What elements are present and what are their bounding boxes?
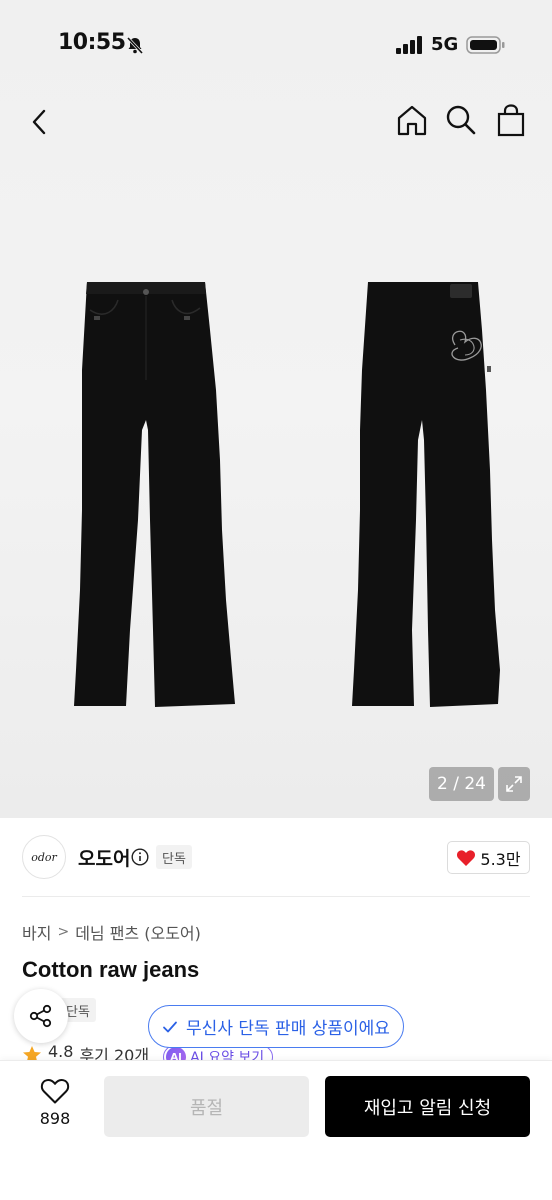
- signal-icon: [396, 36, 422, 54]
- image-counter: 2 / 24: [429, 767, 494, 801]
- ai-summary-label: AI 요약 보기: [190, 1050, 265, 1060]
- wishlist-button[interactable]: 898: [26, 1077, 84, 1137]
- breadcrumb-item-pants[interactable]: 바지: [22, 920, 51, 944]
- restock-notify-button[interactable]: 재입고 알림 신청: [325, 1076, 530, 1137]
- exclusive-notice-text: 무신사 단독 판매 상품이에요: [186, 1019, 390, 1039]
- breadcrumb-item-denim[interactable]: 데님 팬츠 (오도어): [75, 920, 201, 944]
- home-icon[interactable]: [394, 102, 430, 138]
- jeans-back-image: [352, 282, 500, 707]
- wishlist-count: 898: [39, 1109, 71, 1128]
- breadcrumb: 바지 > 데님 팬츠 (오도어): [22, 920, 201, 944]
- expand-icon: [506, 776, 522, 792]
- divider: [22, 896, 530, 897]
- share-icon: [29, 1004, 52, 1028]
- battery-icon: [466, 36, 505, 54]
- chevron-right-icon: >: [57, 924, 70, 940]
- bell-muted-icon: [126, 36, 144, 55]
- info-icon[interactable]: [131, 848, 149, 866]
- brand-name[interactable]: 오도어: [78, 844, 130, 871]
- like-count: 5.3만: [480, 849, 521, 869]
- exclusive-notice-toast: 무신사 단독 판매 상품이에요: [148, 1005, 404, 1048]
- sold-out-button[interactable]: 품절: [104, 1076, 309, 1137]
- rating-score: 4.8: [48, 1042, 74, 1060]
- search-icon[interactable]: [443, 102, 479, 138]
- heart-outline-icon: [40, 1079, 70, 1104]
- back-icon[interactable]: [22, 104, 58, 140]
- review-count[interactable]: 후기 20개: [79, 1042, 149, 1060]
- shopping-bag-icon[interactable]: [493, 102, 529, 138]
- like-button[interactable]: 5.3만: [447, 841, 530, 874]
- jeans-front-image: [74, 282, 235, 707]
- status-time: 10:55: [58, 30, 126, 55]
- expand-button[interactable]: [498, 767, 530, 801]
- heart-filled-icon: [457, 849, 476, 866]
- share-button[interactable]: [14, 989, 68, 1043]
- ai-badge-icon: AI: [166, 1047, 187, 1060]
- star-icon: [23, 1046, 41, 1060]
- status-bar: 10:55 5G: [0, 0, 552, 90]
- network-type: 5G: [431, 34, 459, 55]
- check-icon: [163, 1021, 177, 1032]
- product-title: Cotton raw jeans: [22, 957, 200, 982]
- brand-logo[interactable]: odor: [22, 835, 66, 879]
- brand-exclusive-tag: 단독: [156, 845, 192, 869]
